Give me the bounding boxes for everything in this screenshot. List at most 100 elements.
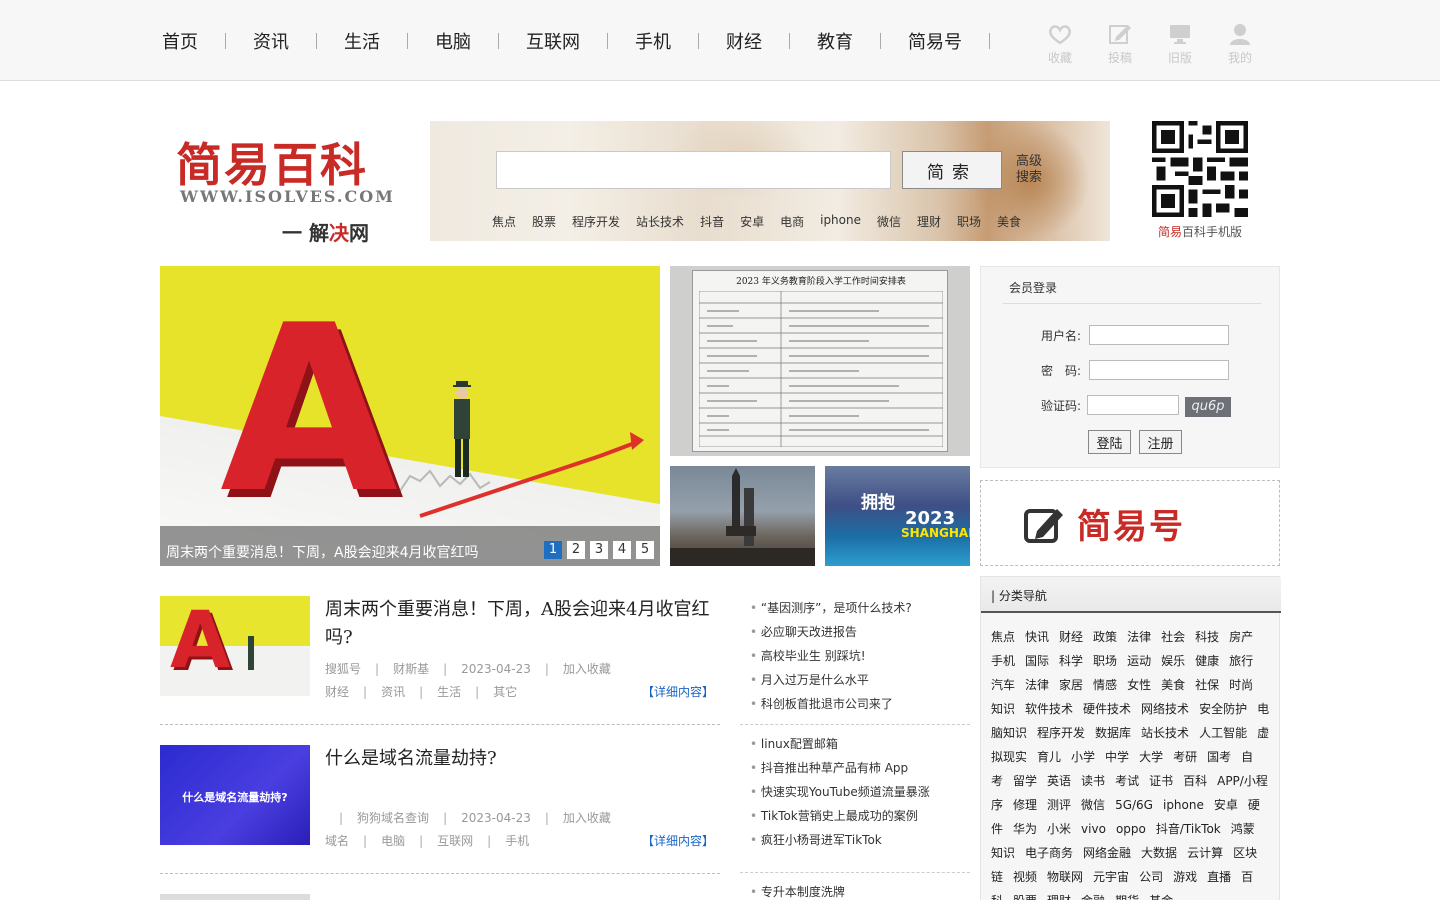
category-link[interactable]: 基金: [1149, 894, 1173, 900]
category-link[interactable]: 小米: [1047, 822, 1071, 836]
category-link[interactable]: 网络金融: [1083, 846, 1131, 860]
category-link[interactable]: 人工智能: [1199, 726, 1247, 740]
hot-link[interactable]: iphone: [820, 213, 861, 230]
slider-page-2[interactable]: 2: [567, 541, 585, 559]
jianyihao-banner[interactable]: 简易号: [980, 480, 1280, 566]
category-link[interactable]: 房产: [1229, 630, 1253, 644]
category-link[interactable]: 留学: [1013, 774, 1037, 788]
category-link[interactable]: 女性: [1127, 678, 1151, 692]
category-link[interactable]: 视频: [1013, 870, 1037, 884]
nav-item-news[interactable]: 资讯: [253, 28, 289, 54]
news-link[interactable]: TikTok营销史上最成功的案例: [750, 804, 950, 828]
article-title[interactable]: 周末两个重要消息！下周，A股会迎来4月收官红吗?: [325, 596, 715, 652]
category-link[interactable]: 情感: [1093, 678, 1117, 692]
education-schedule-photo[interactable]: 2023 年义务教育阶段入学工作时间安排表: [670, 266, 970, 456]
my-account-link[interactable]: 我的: [1210, 22, 1270, 66]
category-link[interactable]: 国际: [1025, 654, 1049, 668]
category-link[interactable]: 股票: [1013, 894, 1037, 900]
login-button[interactable]: 登陆: [1088, 430, 1131, 454]
slide-caption[interactable]: 周末两个重要消息！下周，A股会迎来4月收官红吗: [166, 542, 478, 562]
advanced-search-link[interactable]: 高级搜索: [1016, 154, 1046, 186]
category-link[interactable]: 5G/6G: [1115, 798, 1153, 812]
add-favorite-link[interactable]: 加入收藏: [563, 662, 611, 676]
category-link[interactable]: 物联网: [1047, 870, 1083, 884]
article-title[interactable]: 什么是域名流量劫持?: [325, 745, 715, 773]
category-link[interactable]: 小学: [1071, 750, 1095, 764]
search-input[interactable]: [496, 151, 891, 189]
category-link[interactable]: 考试: [1115, 774, 1139, 788]
category-link[interactable]: 百科: [1183, 774, 1207, 788]
category-link[interactable]: 美食: [1161, 678, 1185, 692]
news-link[interactable]: 疯狂小杨哥进军TikTok: [750, 828, 950, 852]
search-button[interactable]: 简索: [902, 151, 1002, 189]
hot-link[interactable]: 美食: [997, 213, 1021, 230]
news-link[interactable]: 抖音推出种草产品有柿 App: [750, 756, 950, 780]
category-link[interactable]: 读书: [1081, 774, 1105, 788]
category-link[interactable]: 鸿蒙: [1231, 822, 1255, 836]
hot-link[interactable]: 站长技术: [636, 213, 684, 230]
password-input[interactable]: [1089, 360, 1229, 380]
category-link[interactable]: 知识: [991, 846, 1015, 860]
category-link[interactable]: 站长技术: [1141, 726, 1189, 740]
hot-link[interactable]: 焦点: [492, 213, 516, 230]
nav-item-life[interactable]: 生活: [344, 28, 380, 54]
mobile-qr-code[interactable]: 简易百科手机版: [1150, 121, 1250, 241]
article-author[interactable]: 狗狗域名查询: [357, 811, 429, 825]
category-link[interactable]: 国考: [1207, 750, 1231, 764]
featured-slider[interactable]: A 周末两个重要消息！下周，A股会迎来4月收官红吗 1 2 3 4 5: [160, 266, 660, 566]
category-link[interactable]: 程序开发: [1037, 726, 1085, 740]
read-more-link[interactable]: 【详细内容】: [642, 832, 714, 849]
category-link[interactable]: 焦点: [991, 630, 1015, 644]
hot-link[interactable]: 抖音: [700, 213, 724, 230]
category-link[interactable]: 电子商务: [1025, 846, 1073, 860]
hot-link[interactable]: 电商: [780, 213, 804, 230]
category-link[interactable]: 科学: [1059, 654, 1083, 668]
category-link[interactable]: 大数据: [1141, 846, 1177, 860]
submit-link[interactable]: 投稿: [1090, 22, 1150, 66]
category-link[interactable]: 直播: [1207, 870, 1231, 884]
news-link[interactable]: 专升本制度洗牌: [750, 880, 950, 900]
category-link[interactable]: 法律: [1025, 678, 1049, 692]
username-input[interactable]: [1089, 325, 1229, 345]
category-link[interactable]: 财经: [1059, 630, 1083, 644]
category-link[interactable]: 游戏: [1173, 870, 1197, 884]
register-button[interactable]: 注册: [1139, 430, 1182, 454]
category-link[interactable]: 汽车: [991, 678, 1015, 692]
slider-page-5[interactable]: 5: [636, 541, 654, 559]
category-link[interactable]: vivo: [1081, 822, 1106, 836]
category-link[interactable]: 元宇宙: [1093, 870, 1129, 884]
hot-link[interactable]: 微信: [877, 213, 901, 230]
news-link[interactable]: 月入过万是什么水平: [750, 668, 950, 692]
category-link[interactable]: 公司: [1139, 870, 1163, 884]
news-link[interactable]: “基因测序”，是项什么技术?: [750, 596, 950, 620]
nav-item-home[interactable]: 首页: [162, 28, 198, 54]
old-version-link[interactable]: 旧版: [1150, 22, 1210, 66]
category-link[interactable]: 社会: [1161, 630, 1185, 644]
add-favorite-link[interactable]: 加入收藏: [563, 811, 611, 825]
article-source[interactable]: 搜狐号: [325, 662, 361, 676]
hot-link[interactable]: 程序开发: [572, 213, 620, 230]
category-link[interactable]: 职场: [1093, 654, 1117, 668]
favorite-link[interactable]: 收藏: [1030, 22, 1090, 66]
article-thumbnail[interactable]: 什么是域名流量劫持?: [160, 745, 310, 845]
category-link[interactable]: 期货: [1115, 894, 1139, 900]
category-link[interactable]: 旅行: [1229, 654, 1253, 668]
hot-link[interactable]: 职场: [957, 213, 981, 230]
category-link[interactable]: 娱乐: [1161, 654, 1185, 668]
category-link[interactable]: 安卓: [1214, 798, 1238, 812]
category-link[interactable]: 硬件技术: [1083, 702, 1131, 716]
category-link[interactable]: 时尚: [1229, 678, 1253, 692]
category-link[interactable]: 抖音/TikTok: [1156, 822, 1221, 836]
category-link[interactable]: 法律: [1127, 630, 1151, 644]
article-thumbnail[interactable]: A: [160, 596, 310, 696]
auto-expo-photo[interactable]: 拥抱 2023 SHANGHAI: [825, 466, 970, 566]
category-link[interactable]: 运动: [1127, 654, 1151, 668]
article-tag[interactable]: 手机: [505, 834, 529, 848]
category-link[interactable]: 云计算: [1187, 846, 1223, 860]
nav-item-jianyihao[interactable]: 简易号: [908, 28, 962, 54]
category-link[interactable]: oppo: [1116, 822, 1146, 836]
category-link[interactable]: iphone: [1163, 798, 1204, 812]
hot-link[interactable]: 安卓: [740, 213, 764, 230]
category-link[interactable]: 知识: [991, 702, 1015, 716]
category-link[interactable]: 修理: [1013, 798, 1037, 812]
